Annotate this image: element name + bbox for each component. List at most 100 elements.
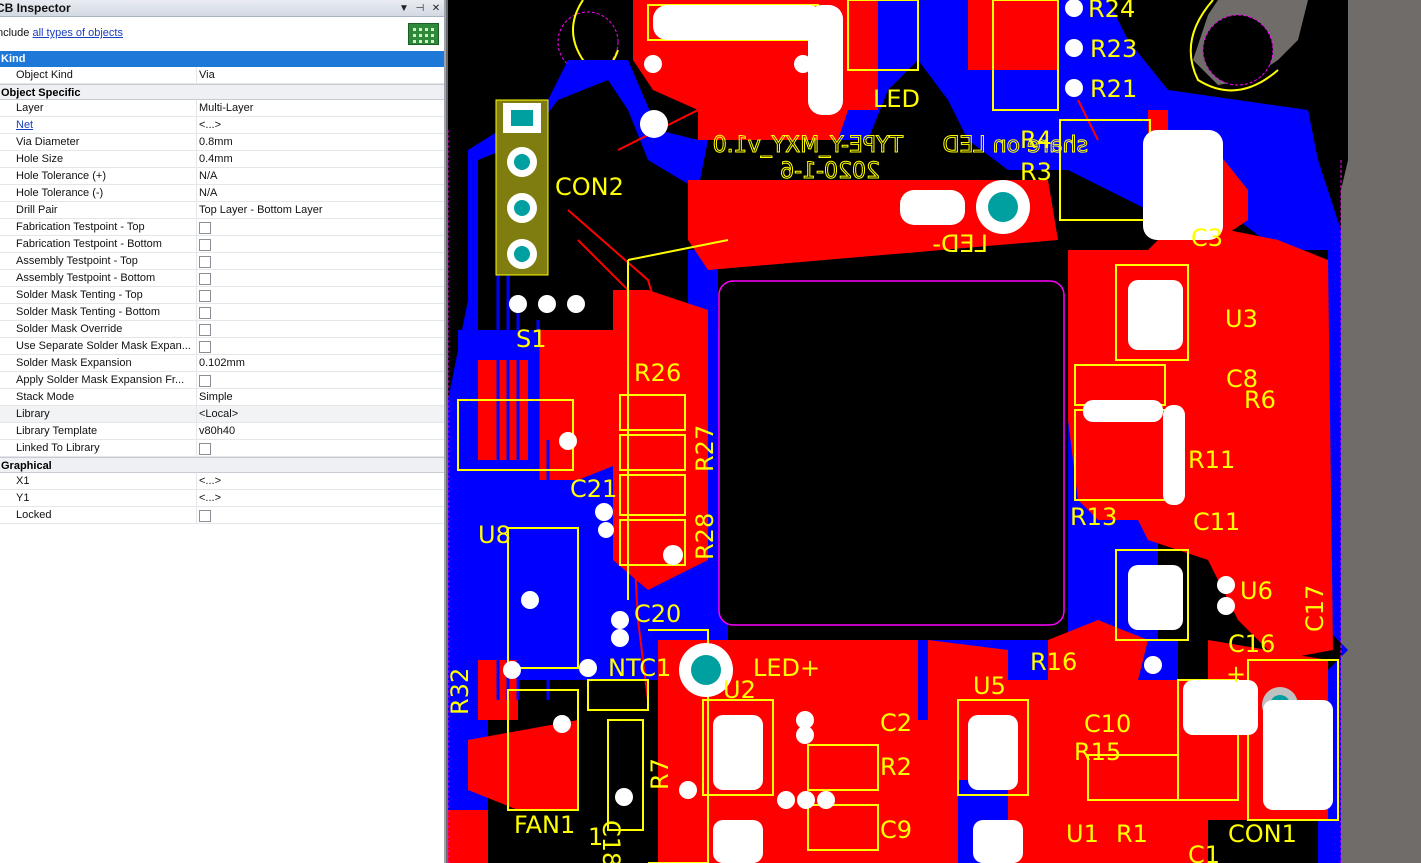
property-row[interactable]: Solder Mask Override bbox=[0, 321, 444, 338]
property-row[interactable]: Assembly Testpoint - Bottom bbox=[0, 270, 444, 287]
property-checkbox[interactable] bbox=[199, 307, 211, 319]
property-value[interactable] bbox=[197, 253, 444, 269]
pcb-label: C21 bbox=[570, 475, 617, 503]
pcb-label: C2 bbox=[880, 709, 912, 737]
object-specific-header[interactable]: Object Specific bbox=[0, 84, 444, 100]
property-row[interactable]: Via Diameter 0.8mm bbox=[0, 134, 444, 151]
property-row[interactable]: Linked To Library bbox=[0, 440, 444, 457]
dropdown-arrow-icon[interactable]: ▼ bbox=[396, 3, 412, 14]
pcb-label: S1 bbox=[516, 325, 547, 353]
property-row[interactable]: Drill Pair Top Layer - Bottom Layer bbox=[0, 202, 444, 219]
property-row[interactable]: Apply Solder Mask Expansion Fr... bbox=[0, 372, 444, 389]
property-checkbox[interactable] bbox=[199, 239, 211, 251]
pcb-label: R7 bbox=[646, 758, 674, 790]
property-checkbox[interactable] bbox=[199, 341, 211, 353]
property-label: Solder Mask Tenting - Top bbox=[0, 287, 197, 303]
pcb-label: R26 bbox=[634, 359, 681, 387]
property-value[interactable]: 0.8mm bbox=[197, 134, 444, 150]
chip-cutout bbox=[718, 280, 1065, 626]
property-value[interactable]: 0.4mm bbox=[197, 151, 444, 167]
property-row[interactable]: Hole Size 0.4mm bbox=[0, 151, 444, 168]
pcb-label: R27 bbox=[691, 425, 719, 472]
property-row[interactable]: Hole Tolerance (-) N/A bbox=[0, 185, 444, 202]
property-checkbox[interactable] bbox=[199, 290, 211, 302]
property-row[interactable]: Fabrication Testpoint - Bottom bbox=[0, 236, 444, 253]
property-row[interactable]: Hole Tolerance (+) N/A bbox=[0, 168, 444, 185]
property-checkbox[interactable] bbox=[199, 273, 211, 285]
property-checkbox[interactable] bbox=[199, 222, 211, 234]
property-row[interactable]: X1 <...> bbox=[0, 473, 444, 490]
property-label: Library bbox=[0, 406, 197, 422]
property-value[interactable]: Multi-Layer bbox=[197, 100, 444, 116]
property-label: Locked bbox=[0, 507, 197, 523]
pcb-design-canvas[interactable]: R24 R23 R21 LED R4 R3 CON2 C3 LED- U3 S1… bbox=[448, 0, 1421, 863]
pcb-label: R23 bbox=[1090, 35, 1137, 63]
property-value[interactable] bbox=[197, 507, 444, 523]
property-row[interactable]: Library Template v80h40 bbox=[0, 423, 444, 440]
inspector-title: CB Inspector bbox=[0, 1, 71, 15]
property-row[interactable]: Locked bbox=[0, 507, 444, 524]
property-row[interactable]: Stack Mode Simple bbox=[0, 389, 444, 406]
property-row[interactable]: Solder Mask Tenting - Bottom bbox=[0, 304, 444, 321]
close-icon[interactable]: ✕ bbox=[428, 3, 444, 14]
property-value[interactable]: Simple bbox=[197, 389, 444, 405]
pcb-inspector-panel: CB Inspector ▼ ⊣ ✕ nclude all types of o… bbox=[0, 0, 446, 863]
property-row[interactable]: Library <Local> bbox=[0, 406, 444, 423]
filter-label: nclude all types of objects bbox=[0, 27, 123, 39]
property-checkbox[interactable] bbox=[199, 324, 211, 336]
property-row[interactable]: Net <...> bbox=[0, 117, 444, 134]
property-row[interactable]: Layer Multi-Layer bbox=[0, 100, 444, 117]
pcb-label: C10 bbox=[1084, 710, 1131, 738]
all-objects-link[interactable]: all types of objects bbox=[32, 27, 123, 39]
property-value[interactable]: Via bbox=[197, 67, 444, 83]
pcb-label: R2 bbox=[880, 753, 912, 781]
pcb-label: R13 bbox=[1070, 503, 1117, 531]
pcb-label: CON1 bbox=[1228, 820, 1297, 848]
pcb-label: C20 bbox=[634, 600, 681, 628]
pcb-filter-icon[interactable] bbox=[408, 23, 439, 45]
property-label: Hole Tolerance (-) bbox=[0, 185, 197, 201]
pcb-svg[interactable]: R24 R23 R21 LED R4 R3 CON2 C3 LED- U3 S1… bbox=[448, 0, 1421, 863]
property-value[interactable] bbox=[197, 338, 444, 354]
pcb-label: U2 bbox=[723, 676, 756, 704]
object-filter-bar: nclude all types of objects bbox=[0, 17, 444, 51]
property-value[interactable]: <...> bbox=[197, 490, 444, 506]
property-label[interactable]: Net bbox=[0, 117, 197, 133]
property-value[interactable] bbox=[197, 287, 444, 303]
property-value[interactable]: v80h40 bbox=[197, 423, 444, 439]
property-value[interactable] bbox=[197, 372, 444, 388]
property-value[interactable]: N/A bbox=[197, 168, 444, 184]
property-value[interactable] bbox=[197, 236, 444, 252]
property-row[interactable]: Solder Mask Expansion 0.102mm bbox=[0, 355, 444, 372]
property-value[interactable] bbox=[197, 304, 444, 320]
property-value[interactable] bbox=[197, 219, 444, 235]
pcb-label: R3 bbox=[1020, 158, 1052, 186]
property-value[interactable]: <...> bbox=[197, 473, 444, 489]
property-checkbox[interactable] bbox=[199, 256, 211, 268]
pcb-label: C1 bbox=[1188, 841, 1220, 863]
property-value[interactable] bbox=[197, 321, 444, 337]
property-checkbox[interactable] bbox=[199, 510, 211, 522]
property-row[interactable]: Use Separate Solder Mask Expan... bbox=[0, 338, 444, 355]
property-checkbox[interactable] bbox=[199, 375, 211, 387]
kind-header[interactable]: Kind bbox=[0, 51, 444, 67]
pcb-label: R21 bbox=[1090, 75, 1137, 103]
property-value[interactable]: 0.102mm bbox=[197, 355, 444, 371]
property-value[interactable] bbox=[197, 440, 444, 456]
property-checkbox[interactable] bbox=[199, 443, 211, 455]
pin-icon[interactable]: ⊣ bbox=[412, 3, 428, 14]
pcb-label: U5 bbox=[973, 672, 1006, 700]
property-value[interactable]: Top Layer - Bottom Layer bbox=[197, 202, 444, 218]
property-value[interactable] bbox=[197, 270, 444, 286]
property-row[interactable]: Assembly Testpoint - Top bbox=[0, 253, 444, 270]
property-row[interactable]: Y1 <...> bbox=[0, 490, 444, 507]
property-label: Apply Solder Mask Expansion Fr... bbox=[0, 372, 197, 388]
property-row[interactable]: Fabrication Testpoint - Top bbox=[0, 219, 444, 236]
property-row[interactable]: Solder Mask Tenting - Top bbox=[0, 287, 444, 304]
property-value[interactable]: N/A bbox=[197, 185, 444, 201]
property-value[interactable]: <...> bbox=[197, 117, 444, 133]
property-value[interactable]: <Local> bbox=[197, 406, 444, 422]
graphical-header[interactable]: Graphical bbox=[0, 457, 444, 473]
property-label: Fabrication Testpoint - Bottom bbox=[0, 236, 197, 252]
object-kind-row[interactable]: Object Kind Via bbox=[0, 67, 444, 84]
